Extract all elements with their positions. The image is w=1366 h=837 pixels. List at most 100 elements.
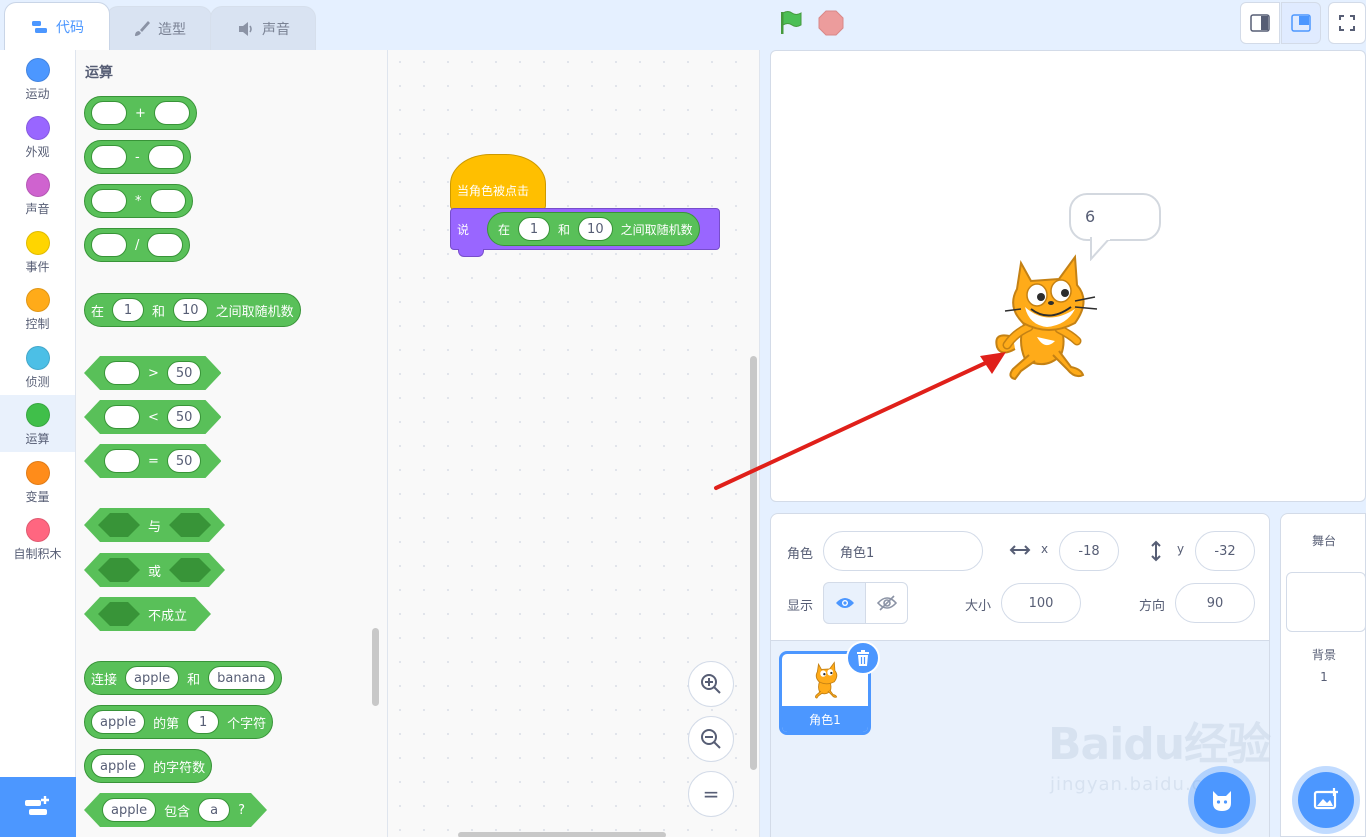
join-block[interactable]: 连接 apple 和 banana: [84, 661, 282, 695]
multiply-block[interactable]: *: [84, 184, 193, 218]
choose-backdrop-button[interactable]: [1298, 772, 1354, 828]
category-variables[interactable]: 变量: [0, 453, 75, 510]
number-slot[interactable]: [91, 233, 127, 257]
say-block[interactable]: 说 在 1 和 10 之间取随机数: [450, 208, 720, 250]
and-block[interactable]: 与: [84, 508, 225, 542]
tab-sounds-label: 声音: [262, 21, 290, 38]
green-flag-icon[interactable]: [778, 10, 804, 36]
add-extension-button[interactable]: [0, 777, 76, 837]
delete-sprite-button[interactable]: [846, 641, 880, 675]
random-block[interactable]: 在 1 和 10 之间取随机数: [487, 212, 700, 246]
hide-sprite-button[interactable]: [865, 582, 908, 624]
stage-thumbnail[interactable]: [1286, 572, 1366, 632]
palette-scrollbar[interactable]: [372, 628, 379, 706]
boolean-slot[interactable]: [98, 513, 140, 537]
zoom-reset-button[interactable]: =: [688, 771, 734, 817]
contains-block[interactable]: apple 包含 a ?: [84, 793, 267, 827]
category-sound[interactable]: 声音: [0, 165, 75, 222]
tab-sounds[interactable]: 声音: [210, 6, 316, 50]
op-label: <: [148, 409, 159, 425]
tab-costumes[interactable]: 造型: [106, 6, 212, 50]
number-slot[interactable]: [91, 101, 127, 125]
category-menu: 运动 外观 声音 事件 控制 侦测 运算 变量 自制积木: [0, 50, 76, 780]
value-slot[interactable]: 50: [167, 405, 202, 429]
length-block[interactable]: apple 的字符数: [84, 749, 213, 783]
value-slot[interactable]: [104, 361, 140, 385]
value-slot[interactable]: [104, 449, 140, 473]
tab-code[interactable]: 代码: [4, 2, 110, 50]
show-sprite-button[interactable]: [823, 582, 866, 624]
number-slot[interactable]: [147, 233, 184, 257]
boolean-slot[interactable]: [98, 558, 140, 582]
category-motion[interactable]: 运动: [0, 50, 75, 107]
boolean-slot[interactable]: [98, 602, 140, 626]
number-slot[interactable]: 10: [173, 298, 208, 322]
direction-input[interactable]: 90: [1175, 583, 1255, 623]
divide-block[interactable]: /: [84, 228, 191, 262]
top-bar: 代码 造型 声音: [0, 0, 1366, 50]
subtract-block[interactable]: -: [84, 140, 191, 174]
small-stage-button[interactable]: [1240, 2, 1280, 44]
zoom-in-button[interactable]: [688, 661, 734, 707]
random-block[interactable]: 在 1 和 10 之间取随机数: [84, 293, 301, 327]
number-slot[interactable]: 1: [518, 217, 551, 241]
text-slot[interactable]: a: [198, 798, 230, 822]
or-block[interactable]: 或: [84, 553, 225, 587]
less-than-block[interactable]: < 50: [84, 400, 221, 434]
value-slot[interactable]: [104, 405, 140, 429]
category-sensing[interactable]: 侦测: [0, 338, 75, 395]
block-text: 当角色被点击: [457, 184, 530, 198]
number-slot[interactable]: 1: [112, 298, 145, 322]
size-input[interactable]: 100: [1001, 583, 1081, 623]
category-dot: [25, 461, 50, 485]
value-slot[interactable]: 50: [167, 361, 202, 385]
stage[interactable]: 6: [770, 50, 1366, 502]
greater-than-block[interactable]: > 50: [84, 356, 221, 390]
sprite-name-input[interactable]: 角色1: [823, 531, 983, 571]
when-sprite-clicked-block[interactable]: 当角色被点击: [450, 154, 546, 210]
zoom-out-button[interactable]: [688, 716, 734, 762]
text-slot[interactable]: apple: [91, 710, 146, 734]
image-add-icon: [1313, 788, 1338, 810]
not-block[interactable]: 不成立: [84, 597, 211, 631]
number-slot[interactable]: 10: [578, 217, 613, 241]
code-workspace[interactable]: 当角色被点击 说 在 1 和 10 之间取随机数 =: [388, 50, 760, 837]
equals-block[interactable]: = 50: [84, 444, 221, 478]
block-text: 的字符数: [153, 760, 206, 776]
sprite-label: 角色: [787, 547, 814, 562]
block-text: 个字符: [227, 716, 267, 732]
category-looks[interactable]: 外观: [0, 108, 75, 165]
boolean-slot[interactable]: [169, 513, 211, 537]
text-slot[interactable]: apple: [91, 754, 146, 778]
y-position-input[interactable]: -32: [1195, 531, 1255, 571]
add-block[interactable]: +: [84, 96, 197, 130]
workspace-vertical-scrollbar[interactable]: [750, 356, 757, 770]
x-label: x: [1041, 542, 1049, 556]
text-slot[interactable]: banana: [208, 666, 275, 690]
normal-stage-button[interactable]: [1281, 2, 1321, 44]
text-slot[interactable]: apple: [125, 666, 180, 690]
number-slot[interactable]: [147, 145, 184, 169]
op-label: =: [148, 453, 159, 469]
stop-icon[interactable]: [818, 10, 844, 36]
cat-sprite[interactable]: [985, 251, 1115, 383]
number-slot[interactable]: [149, 189, 186, 213]
value-slot[interactable]: 50: [167, 449, 202, 473]
boolean-slot[interactable]: [169, 558, 211, 582]
category-control[interactable]: 控制: [0, 280, 75, 337]
x-position-icon: [1009, 545, 1031, 555]
category-events[interactable]: 事件: [0, 223, 75, 280]
choose-sprite-button[interactable]: [1194, 772, 1250, 828]
number-slot[interactable]: 1: [187, 710, 220, 734]
block-notch: [458, 249, 484, 257]
category-operators[interactable]: 运算: [0, 395, 75, 452]
number-slot[interactable]: [153, 101, 190, 125]
fullscreen-button[interactable]: [1328, 2, 1366, 44]
letter-of-block[interactable]: apple 的第 1 个字符: [84, 705, 274, 739]
workspace-horizontal-scrollbar[interactable]: [458, 832, 666, 837]
number-slot[interactable]: [91, 145, 127, 169]
category-my-blocks[interactable]: 自制积木: [0, 510, 75, 567]
text-slot[interactable]: apple: [102, 798, 156, 822]
x-position-input[interactable]: -18: [1059, 531, 1119, 571]
number-slot[interactable]: [91, 189, 127, 213]
